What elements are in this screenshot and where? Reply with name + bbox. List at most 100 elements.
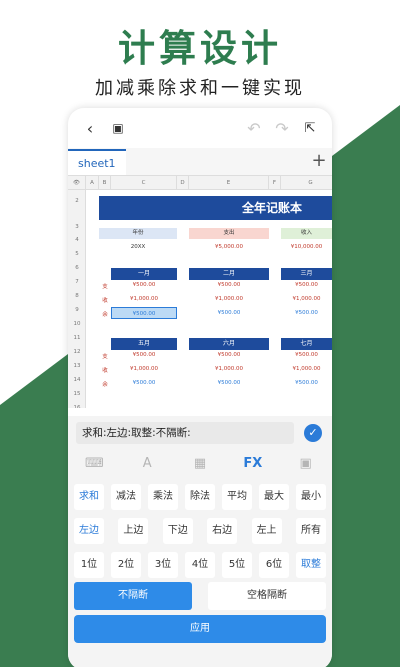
table-cell[interactable]: ¥500.00 <box>189 380 269 386</box>
space-separator-button[interactable]: 空格隔断 <box>208 582 326 610</box>
column-header-bar: 👁 A B C D E F G <box>68 176 332 190</box>
row-header[interactable]: 5 <box>68 251 86 257</box>
table-cell[interactable]: ¥1,000.00 <box>189 296 269 302</box>
all-button[interactable]: 所有 <box>295 518 326 544</box>
precision-6-button[interactable]: 6位 <box>259 552 289 578</box>
tab-sheet1[interactable]: sheet1 <box>68 149 126 175</box>
column-header[interactable]: D <box>177 176 189 190</box>
precision-1-button[interactable]: 1位 <box>74 552 104 578</box>
fx-tab[interactable]: FX <box>226 450 279 478</box>
left-button[interactable]: 左边 <box>74 518 104 544</box>
add-sheet-button[interactable]: + <box>306 149 332 175</box>
row-label: 支 <box>102 354 108 360</box>
text-format-icon[interactable]: A <box>121 450 174 478</box>
save-icon[interactable]: ▣ <box>104 121 132 135</box>
table-cell[interactable]: ¥1,000.00 <box>111 366 177 372</box>
selected-cell[interactable]: ¥500.00 <box>111 307 177 319</box>
keyboard-icon[interactable]: ⌨ <box>68 450 121 478</box>
no-separator-button[interactable]: 不隔断 <box>74 582 192 610</box>
row-header[interactable]: 13 <box>68 363 86 369</box>
min-button[interactable]: 最小 <box>296 484 326 510</box>
precision-2-button[interactable]: 2位 <box>111 552 141 578</box>
down-button[interactable]: 下边 <box>162 518 193 544</box>
right-button[interactable]: 右边 <box>207 518 238 544</box>
sheet-title: 全年记账本 <box>99 196 332 220</box>
row-label: 余 <box>102 312 108 318</box>
table-cell[interactable]: ¥500.00 <box>111 282 177 288</box>
table-cell[interactable]: ¥1,000.00 <box>111 296 177 302</box>
up-button[interactable]: 上边 <box>118 518 149 544</box>
row-header[interactable]: 11 <box>68 335 86 341</box>
table-cell[interactable]: ¥500.00 <box>281 352 332 358</box>
month-header: 六月 <box>189 338 269 350</box>
row-label: 支 <box>102 284 108 290</box>
table-cell[interactable]: ¥500.00 <box>189 282 269 288</box>
divide-button[interactable]: 除法 <box>185 484 215 510</box>
row-header[interactable]: 8 <box>68 293 86 299</box>
column-header[interactable]: A <box>86 176 99 190</box>
row-header[interactable]: 15 <box>68 391 86 397</box>
sum-button[interactable]: 求和 <box>74 484 104 510</box>
row-label: 收 <box>102 298 108 304</box>
top-left-button[interactable]: 左上 <box>251 518 282 544</box>
summary-value-year: 20XX <box>130 244 146 250</box>
table-cell[interactable]: ¥1,000.00 <box>189 366 269 372</box>
table-cell[interactable]: ¥500.00 <box>189 352 269 358</box>
tool-tabs: ⌨ A ▦ FX ▣ <box>68 450 332 478</box>
precision-5-button[interactable]: 5位 <box>222 552 252 578</box>
sheet-tabs: sheet1 + <box>68 148 332 176</box>
redo-icon[interactable]: ↷ <box>268 119 296 138</box>
column-header[interactable]: C <box>111 176 177 190</box>
column-header[interactable]: B <box>99 176 111 190</box>
month-header: 二月 <box>189 268 269 280</box>
table-cell[interactable]: ¥500.00 <box>281 310 332 316</box>
app-toolbar: ‹ ▣ ↶ ↷ ⇱ <box>68 108 332 148</box>
table-icon[interactable]: ▦ <box>174 450 227 478</box>
table-cell[interactable]: ¥1,000.00 <box>281 296 332 302</box>
max-button[interactable]: 最大 <box>259 484 289 510</box>
summary-header-year: 年份 <box>99 228 177 239</box>
table-cell[interactable]: ¥500.00 <box>281 282 332 288</box>
banner-subtitle: 加减乘除求和一键实现 <box>95 78 305 99</box>
table-cell[interactable]: ¥500.00 <box>111 352 177 358</box>
row-header[interactable]: 14 <box>68 377 86 383</box>
function-keyboard: 求和 减法 乘法 除法 平均 最大 最小 左边 上边 下边 右边 左上 所有 1… <box>68 478 332 667</box>
summary-header-income: 收入 <box>281 228 332 239</box>
phone-frame: ‹ ▣ ↶ ↷ ⇱ sheet1 + 👁 A B C D E F G 2 3 4… <box>68 108 332 667</box>
multiply-button[interactable]: 乘法 <box>148 484 178 510</box>
row-header[interactable]: 16 <box>68 405 86 408</box>
row-header[interactable]: 6 <box>68 265 86 271</box>
row-header[interactable]: 2 <box>68 198 86 204</box>
row-header[interactable]: 7 <box>68 279 86 285</box>
table-cell[interactable]: ¥1,000.00 <box>281 366 332 372</box>
column-header[interactable]: G <box>281 176 332 190</box>
table-cell[interactable]: ¥500.00 <box>281 380 332 386</box>
average-button[interactable]: 平均 <box>222 484 252 510</box>
table-cell[interactable]: ¥500.00 <box>111 380 177 386</box>
row-header[interactable]: 4 <box>68 237 86 243</box>
precision-4-button[interactable]: 4位 <box>185 552 215 578</box>
row-label: 收 <box>102 368 108 374</box>
undo-icon[interactable]: ↶ <box>240 119 268 138</box>
formula-input[interactable]: 求和:左边:取整:不隔断: <box>76 422 294 444</box>
back-icon[interactable]: ‹ <box>76 119 104 138</box>
round-button[interactable]: 取整 <box>296 552 326 578</box>
column-header[interactable]: F <box>269 176 281 190</box>
table-cell[interactable]: ¥500.00 <box>189 310 269 316</box>
row-header[interactable]: 9 <box>68 307 86 313</box>
row-header[interactable]: 3 <box>68 224 86 230</box>
subtract-button[interactable]: 减法 <box>111 484 141 510</box>
share-icon[interactable]: ⇱ <box>296 121 324 136</box>
confirm-check-icon[interactable]: ✓ <box>304 424 322 442</box>
summary-header-expense: 支出 <box>189 228 269 239</box>
spreadsheet-grid[interactable]: 👁 A B C D E F G 2 3 4 5 6 7 8 9 10 11 12… <box>68 176 332 408</box>
row-header[interactable]: 10 <box>68 321 86 327</box>
column-header[interactable]: E <box>189 176 269 190</box>
row-header[interactable]: 12 <box>68 349 86 355</box>
row-label: 余 <box>102 382 108 388</box>
toolbox-icon[interactable]: ▣ <box>279 450 332 478</box>
precision-3-button[interactable]: 3位 <box>148 552 178 578</box>
eye-icon[interactable]: 👁 <box>68 176 86 190</box>
apply-button[interactable]: 应用 <box>74 615 326 643</box>
month-header: 一月 <box>111 268 177 280</box>
